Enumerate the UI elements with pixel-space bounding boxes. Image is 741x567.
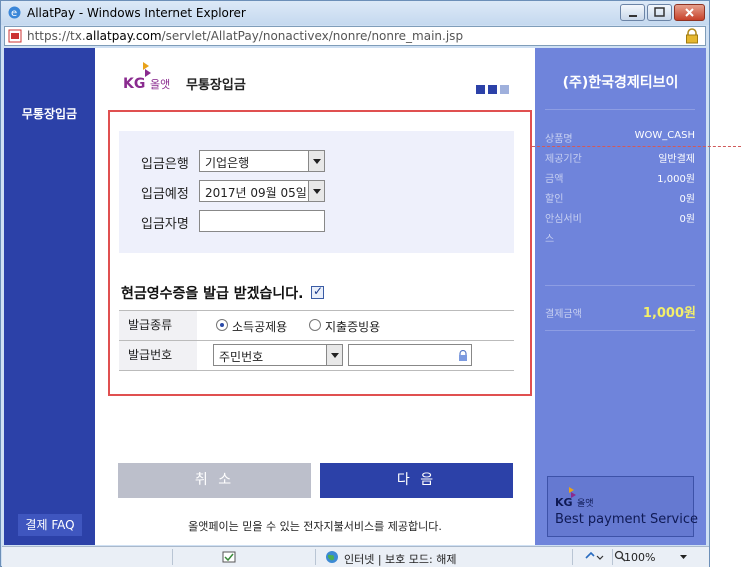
receipt-checkbox[interactable] (311, 284, 324, 299)
svg-text:KG: KG (555, 496, 573, 507)
zoom-level[interactable]: 100% (624, 551, 655, 564)
issue-type-row: 발급종류 소득공제용 지출증빙용 (119, 311, 514, 341)
cancel-button[interactable]: 취 소 (118, 463, 311, 498)
url-text[interactable]: https://tx.allatpay.com/servlet/AllatPay… (27, 29, 463, 43)
info-value: 0원 (679, 214, 695, 225)
popup-blocker-icon[interactable] (222, 550, 236, 564)
nav-item-bank-transfer[interactable]: 무통장입금 (4, 105, 95, 122)
date-select[interactable]: 2017년 09월 05일 (199, 180, 325, 202)
receipt-table: 발급종류 소득공제용 지출증빙용 발급번호 주민번호 (119, 310, 514, 371)
info-row: 스 (545, 230, 695, 250)
depositor-label: 입금자명 (141, 217, 189, 232)
status-separator (172, 549, 173, 565)
radio-income-deduction[interactable] (216, 319, 228, 331)
issue-type-label: 발급종류 (119, 311, 197, 340)
status-separator (572, 549, 573, 565)
id-number-input[interactable] (348, 344, 472, 366)
issue-number-row: 발급번호 주민번호 (119, 341, 514, 371)
order-summary: (주)한국경제티브이 상품명 WOW_CASH 제공기간 일반결제 금액 1,000원… (535, 48, 706, 545)
info-row: 금액 1,000원 (545, 170, 695, 190)
info-row: 할인 0원 (545, 190, 695, 210)
page-content: 무통장입금 결제 FAQ KG 올앳 무통장입금 입금은행 기업은행 입금예정 … (4, 48, 706, 545)
info-key: 제공기간 (545, 154, 582, 165)
bank-select-value: 기업은행 (205, 156, 250, 170)
window-title: AllatPay - Windows Internet Explorer (27, 6, 246, 20)
faq-button[interactable]: 결제 FAQ (18, 514, 82, 536)
date-label: 입금예정 (141, 187, 189, 202)
status-separator (315, 549, 316, 565)
annotation-dashed-line (532, 146, 741, 147)
info-row: 상품명 WOW_CASH (545, 130, 695, 150)
chevron-down-icon[interactable] (308, 151, 324, 171)
svg-text:올앳: 올앳 (150, 78, 170, 91)
next-button[interactable]: 다 음 (320, 463, 513, 498)
payment-form: 입금은행 기업은행 입금예정 2017년 09월 05일 입금자명 현금영수증을… (108, 110, 532, 396)
chevron-down-icon[interactable] (308, 181, 324, 201)
page-title: 무통장입금 (186, 78, 246, 93)
radio-income-deduction-label[interactable]: 소득공제용 (232, 318, 287, 335)
address-bar[interactable]: https://tx.allatpay.com/servlet/AllatPay… (4, 26, 706, 46)
issue-number-label: 발급번호 (119, 341, 197, 370)
svg-text:올앳: 올앳 (577, 498, 594, 507)
step-dot (476, 85, 485, 94)
banner-tagline: Best payment Service (555, 512, 699, 527)
radio-expense-proof-label[interactable]: 지출증빙용 (325, 318, 380, 335)
kg-allat-logo: KG 올앳 (555, 487, 594, 507)
radio-expense-proof[interactable] (309, 319, 321, 331)
info-value: 1,000원 (657, 174, 695, 185)
step-dot (488, 85, 497, 94)
minimize-button[interactable] (620, 4, 645, 21)
chevron-down-icon[interactable] (679, 553, 688, 561)
info-key: 할인 (545, 194, 564, 205)
depositor-input[interactable] (199, 210, 325, 232)
info-row: 안심서비 0원 (545, 210, 695, 230)
info-key: 상품명 (545, 134, 573, 145)
svg-text:KG: KG (123, 76, 145, 92)
kg-allat-logo: KG 올앳 (123, 62, 170, 92)
id-type-value: 주민번호 (219, 350, 264, 364)
receipt-question: 현금영수증을 발급 받겠습니다. (121, 286, 304, 302)
security-zone[interactable]: 인터넷 | 보호 모드: 해제 (344, 551, 456, 567)
date-select-value: 2017년 09월 05일 (205, 186, 307, 200)
brand-banner: KG 올앳 Best payment Service (547, 476, 698, 537)
bank-label: 입금은행 (141, 157, 189, 172)
info-value: WOW_CASH (634, 130, 695, 141)
internet-explorer-icon: e (8, 6, 21, 19)
title-bar: e AllatPay - Windows Internet Explorer (1, 1, 709, 25)
total-label: 결제금액 (545, 309, 582, 320)
protected-mode-icon[interactable] (584, 550, 604, 564)
close-button[interactable] (674, 4, 705, 21)
step-indicator (473, 83, 509, 97)
bank-select[interactable]: 기업은행 (199, 150, 325, 172)
divider (545, 330, 695, 331)
divider (545, 285, 695, 286)
info-value: 0원 (679, 194, 695, 205)
info-row: 제공기간 일반결제 (545, 150, 695, 170)
svg-text:e: e (11, 8, 17, 19)
id-type-select[interactable]: 주민번호 (213, 344, 343, 366)
info-key: 스 (545, 234, 555, 245)
deposit-info-area: 입금은행 기업은행 입금예정 2017년 09월 05일 입금자명 (119, 131, 514, 253)
step-dot (500, 85, 509, 94)
footer-note: 올앳페이는 믿을 수 있는 전자지불서비스를 제공합니다. (188, 520, 442, 533)
padlock-icon (459, 350, 467, 361)
globe-icon (326, 551, 338, 563)
status-separator (612, 549, 613, 565)
divider (545, 109, 695, 110)
main-panel: KG 올앳 무통장입금 입금은행 기업은행 입금예정 2017년 09월 05일… (95, 48, 535, 545)
info-value: 일반결제 (658, 154, 695, 165)
left-nav: 무통장입금 결제 FAQ (4, 48, 95, 545)
browser-window: e AllatPay - Windows Internet Explorer h… (0, 0, 710, 567)
maximize-button[interactable] (647, 4, 672, 21)
status-bar: 인터넷 | 보호 모드: 해제 100% (2, 546, 709, 567)
lock-icon[interactable] (685, 28, 699, 44)
info-key: 금액 (545, 174, 564, 185)
page-icon (8, 29, 22, 43)
total-value: 1,000원 (642, 306, 696, 321)
merchant-name: (주)한국경제티브이 (562, 75, 679, 91)
info-key: 안심서비 (545, 214, 582, 225)
chevron-down-icon[interactable] (326, 345, 342, 365)
